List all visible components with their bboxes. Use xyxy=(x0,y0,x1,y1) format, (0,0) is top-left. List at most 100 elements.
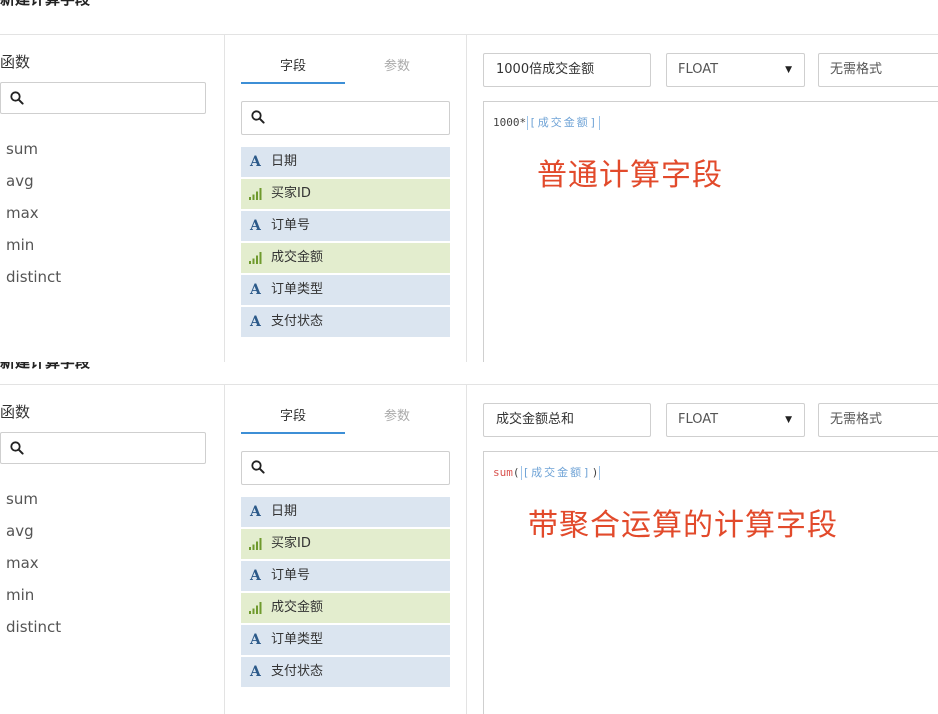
field-item-label: 买家ID xyxy=(271,536,311,551)
field-list: A 日期买家ID A 订单号成交金额 A 订单类型 A 支付状态 xyxy=(241,497,450,689)
tab-params[interactable]: 参数 xyxy=(345,55,449,85)
fields-search-input[interactable] xyxy=(241,101,450,135)
field-item[interactable]: A 订单类型 xyxy=(241,625,450,655)
data-type-value: FLOAT xyxy=(678,412,719,427)
format-select[interactable]: 无需格式 ▼ xyxy=(818,53,938,87)
search-icon xyxy=(251,110,265,124)
text-cursor xyxy=(527,116,529,130)
format-value: 无需格式 xyxy=(830,62,883,77)
field-name-input[interactable]: 1000倍成交金额 xyxy=(483,53,651,87)
function-item[interactable]: max xyxy=(6,552,61,584)
functions-column: 函数 sum avg max min distinct xyxy=(0,385,224,714)
field-item[interactable]: A 订单类型 xyxy=(241,275,450,305)
formula-close-paren: ) xyxy=(591,466,599,479)
editor-column: 成交金额总和 FLOAT ▼ 无需格式 ▼ sum([成交金额]) 带聚合运算的… xyxy=(467,385,938,714)
format-select[interactable]: 无需格式 ▼ xyxy=(818,403,938,437)
formula-field-ref: [成交金额] xyxy=(529,116,599,129)
field-item[interactable]: 买家ID xyxy=(241,179,450,209)
text-A-icon: A xyxy=(250,218,261,234)
text-A-icon: A xyxy=(250,314,261,330)
functions-title: 函数 xyxy=(0,53,31,71)
formula-editor[interactable]: sum([成交金额]) 带聚合运算的计算字段 xyxy=(483,451,938,714)
functions-list: sum avg max min distinct xyxy=(6,138,61,298)
field-item-label: 成交金额 xyxy=(271,600,324,615)
function-item[interactable]: min xyxy=(6,584,61,616)
field-item-label: 订单类型 xyxy=(271,632,324,647)
field-item-label: 买家ID xyxy=(271,186,311,201)
functions-search-input[interactable] xyxy=(0,432,206,464)
text-A-icon: A xyxy=(250,664,261,680)
field-list: A 日期买家ID A 订单号成交金额 A 订单类型 A 支付状态 xyxy=(241,147,450,339)
function-item[interactable]: distinct xyxy=(6,616,61,648)
data-type-value: FLOAT xyxy=(678,62,719,77)
text-cursor xyxy=(599,116,601,130)
calc-field-panel: 新建计算字段 函数 sum avg max min distinct 字段 参数 xyxy=(0,362,938,714)
tab-fields[interactable]: 字段 xyxy=(241,405,345,435)
text-cursor xyxy=(520,466,522,480)
function-item[interactable]: avg xyxy=(6,520,61,552)
format-value: 无需格式 xyxy=(830,412,883,427)
field-item[interactable]: A 订单号 xyxy=(241,561,450,591)
bar-signal-icon xyxy=(249,188,262,200)
field-item[interactable]: 买家ID xyxy=(241,529,450,559)
panel-title: 新建计算字段 xyxy=(0,0,90,9)
field-item[interactable]: 成交金额 xyxy=(241,243,450,273)
data-type-select[interactable]: FLOAT ▼ xyxy=(666,403,805,437)
functions-title: 函数 xyxy=(0,403,31,421)
field-item[interactable]: A 日期 xyxy=(241,497,450,527)
field-item[interactable]: A 日期 xyxy=(241,147,450,177)
field-item[interactable]: A 订单号 xyxy=(241,211,450,241)
formula-open-paren: ( xyxy=(512,466,520,479)
panel-title: 新建计算字段 xyxy=(0,362,91,371)
bar-signal-icon xyxy=(249,252,262,264)
search-icon xyxy=(10,441,24,455)
field-item-label: 支付状态 xyxy=(271,314,324,329)
field-name-input[interactable]: 成交金额总和 xyxy=(483,403,651,437)
function-item[interactable]: sum xyxy=(6,488,61,520)
field-item-label: 成交金额 xyxy=(271,250,324,265)
functions-column: 函数 sum avg max min distinct xyxy=(0,35,224,362)
fields-column: 字段 参数 A 日期买家ID A 订单号成交金额 A 订单类型 A 支付状态 xyxy=(225,35,466,362)
calc-field-panel: 新建计算字段 函数 sum avg max min distinct 字段 参数 xyxy=(0,0,938,362)
text-A-icon: A xyxy=(250,504,261,520)
tab-fields[interactable]: 字段 xyxy=(241,55,345,85)
bar-signal-icon xyxy=(249,602,262,614)
field-item-label: 订单号 xyxy=(271,218,311,233)
field-item-label: 订单类型 xyxy=(271,282,324,297)
formula-text: 1000* [成交金额] xyxy=(493,114,601,130)
function-item[interactable]: min xyxy=(6,234,61,266)
function-item[interactable]: avg xyxy=(6,170,61,202)
active-tab-indicator xyxy=(241,82,345,84)
text-cursor xyxy=(599,466,601,480)
bar-signal-icon xyxy=(249,538,262,550)
text-A-icon: A xyxy=(250,568,261,584)
annotation-label: 带聚合运算的计算字段 xyxy=(528,508,838,543)
functions-list: sum avg max min distinct xyxy=(6,488,61,648)
text-A-icon: A xyxy=(250,632,261,648)
formula-function: sum xyxy=(493,466,513,479)
field-item[interactable]: A 支付状态 xyxy=(241,657,450,687)
editor-column: 1000倍成交金额 FLOAT ▼ 无需格式 ▼ 1000*[成交金额] 普通计… xyxy=(467,35,938,362)
field-item-label: 订单号 xyxy=(271,568,311,583)
function-item[interactable]: sum xyxy=(6,138,61,170)
function-item[interactable]: distinct xyxy=(6,266,61,298)
active-tab-indicator xyxy=(241,432,345,434)
field-item-label: 日期 xyxy=(271,504,298,519)
field-item[interactable]: A 支付状态 xyxy=(241,307,450,337)
function-item[interactable]: max xyxy=(6,202,61,234)
formula-editor[interactable]: 1000* [成交金额] 普通计算字段 xyxy=(483,101,938,362)
text-A-icon: A xyxy=(250,282,261,298)
fields-column: 字段 参数 A 日期买家ID A 订单号成交金额 A 订单类型 A 支付状态 xyxy=(225,385,466,714)
caret-down-icon: ▼ xyxy=(785,415,792,425)
field-item[interactable]: 成交金额 xyxy=(241,593,450,623)
fields-search-input[interactable] xyxy=(241,451,450,485)
text-A-icon: A xyxy=(250,154,261,170)
formula-text: sum([成交金额]) xyxy=(493,464,601,480)
annotation-label: 普通计算字段 xyxy=(537,158,723,193)
search-icon xyxy=(10,91,24,105)
functions-search-input[interactable] xyxy=(0,82,206,114)
caret-down-icon: ▼ xyxy=(785,65,792,75)
field-item-label: 支付状态 xyxy=(271,664,324,679)
data-type-select[interactable]: FLOAT ▼ xyxy=(666,53,805,87)
tab-params[interactable]: 参数 xyxy=(345,405,449,435)
